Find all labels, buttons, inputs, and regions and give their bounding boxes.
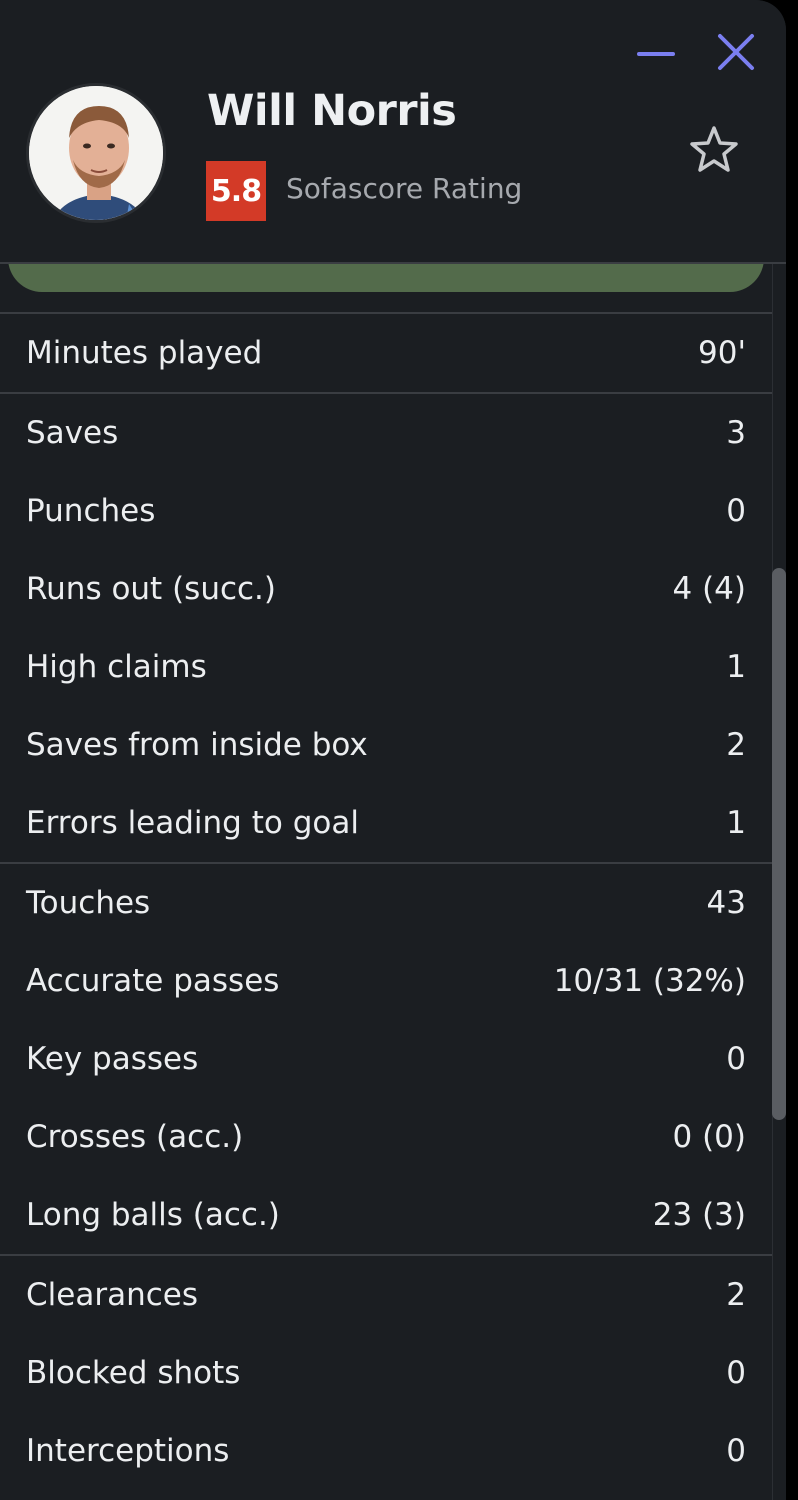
stat-value: 0 (726, 1041, 746, 1077)
stat-label: Errors leading to goal (26, 805, 359, 841)
close-button[interactable] (712, 28, 760, 76)
stat-label: Long balls (acc.) (26, 1197, 280, 1233)
stat-row: Interceptions 0 (0, 1412, 772, 1490)
stat-value: 0 (0) (672, 1119, 747, 1155)
star-outline-icon (690, 126, 738, 172)
stat-row: Touches 43 (0, 864, 772, 942)
stat-label: Saves from inside box (26, 727, 368, 763)
stat-value: 1 (726, 805, 746, 841)
close-icon (718, 34, 754, 70)
stat-row: Runs out (succ.) 4 (4) (0, 550, 772, 628)
stat-row: Errors leading to goal 1 (0, 784, 772, 862)
rating-label: Sofascore Rating (286, 172, 523, 205)
rating-badge: 5.8 (206, 161, 266, 221)
stat-label: Crosses (acc.) (26, 1119, 244, 1155)
stat-label: Key passes (26, 1041, 199, 1077)
stat-value: 3 (726, 415, 746, 451)
stat-label: Runs out (succ.) (26, 571, 276, 607)
stat-label: Minutes played (26, 335, 263, 371)
stat-value: 2 (726, 727, 746, 763)
stat-row: Saves from inside box 2 (0, 706, 772, 784)
stat-label: Blocked shots (26, 1355, 241, 1391)
stat-row: Clearances 2 (0, 1256, 772, 1334)
stat-row: Crosses (acc.) 0 (0) (0, 1098, 772, 1176)
stat-row: Punches 0 (0, 472, 772, 550)
stat-label: Touches (26, 885, 151, 921)
player-name: Will Norris (207, 86, 457, 136)
minus-icon (637, 52, 675, 56)
stat-value: 90' (698, 335, 746, 371)
stat-label: Saves (26, 415, 119, 451)
player-header: Will Norris 5.8 Sofascore Rating (0, 0, 786, 264)
stat-row: Blocked shots 0 (0, 1334, 772, 1412)
stat-label: Accurate passes (26, 963, 280, 999)
stat-label: Punches (26, 493, 156, 529)
stat-value: 0 (726, 493, 746, 529)
player-stats-panel: Minutes played 90' Saves 3 Punches 0 Runs out … (0, 0, 786, 1500)
stat-value: 23 (3) (652, 1197, 746, 1233)
stat-label: Clearances (26, 1277, 198, 1313)
stat-value: 2 (726, 1277, 746, 1313)
stat-value: 0 (726, 1433, 746, 1469)
stat-value: 4 (4) (672, 571, 747, 607)
stat-row: Minutes played 90' (0, 314, 772, 392)
player-avatar (26, 83, 166, 223)
stat-row: Saves 3 (0, 394, 772, 472)
stat-label: Interceptions (26, 1433, 230, 1469)
stat-label: High claims (26, 649, 207, 685)
stat-value: 43 (706, 885, 746, 921)
stat-value: 0 (726, 1355, 746, 1391)
player-photo (29, 86, 163, 220)
minimize-button[interactable] (632, 28, 680, 76)
stat-row: High claims 1 (0, 628, 772, 706)
scrollbar-thumb[interactable] (772, 568, 786, 1120)
stat-row: Long balls (acc.) 23 (3) (0, 1176, 772, 1254)
stat-row: Key passes 0 (0, 1020, 772, 1098)
favorite-button[interactable] (684, 120, 744, 180)
stat-row: Accurate passes 10/31 (32%) (0, 942, 772, 1020)
stat-value: 1 (726, 649, 746, 685)
stat-value: 10/31 (32%) (553, 963, 746, 999)
